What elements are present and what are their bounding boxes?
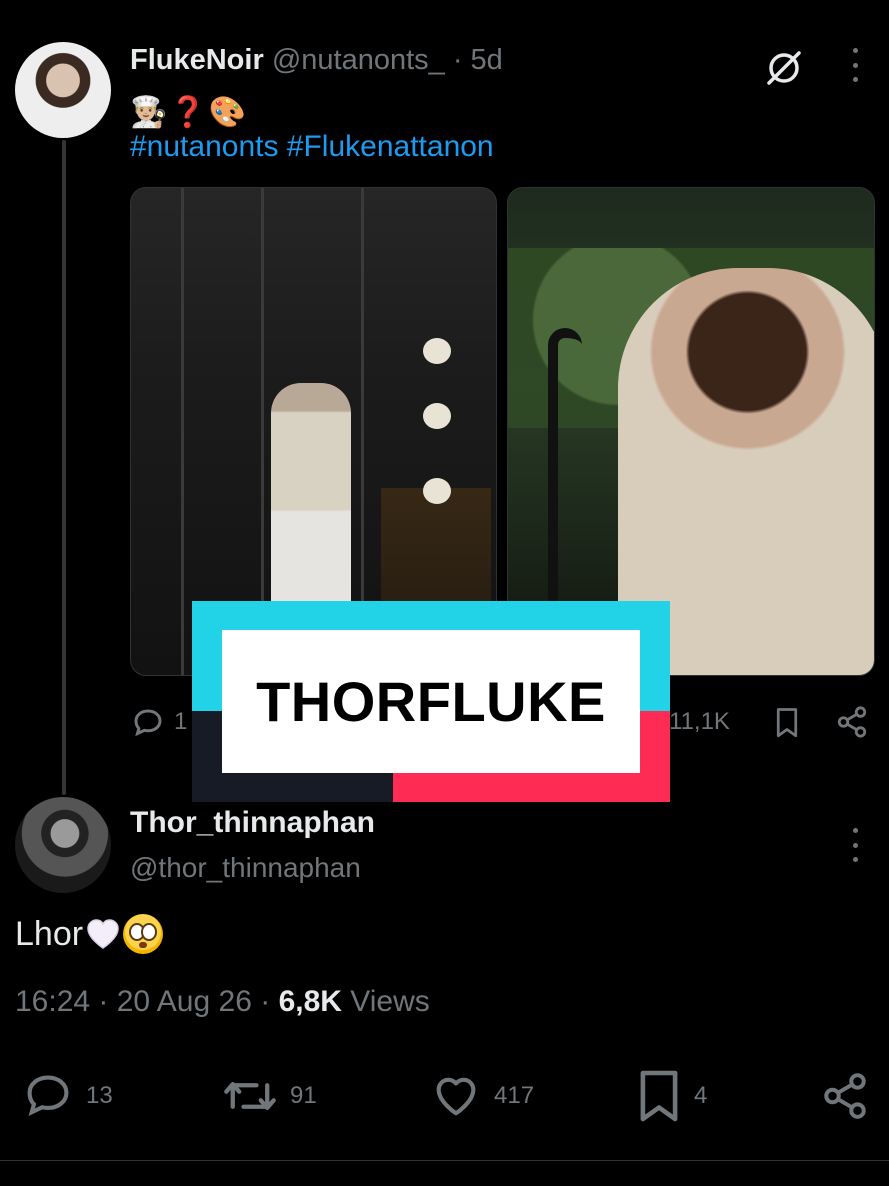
post-views-count: 11,1K [669, 708, 730, 735]
post-reply-button[interactable] [130, 703, 166, 743]
palette-emoji: 🎨 [208, 95, 247, 129]
action-bar: 13 91 417 4 [0, 1068, 889, 1124]
reply-bubble-icon [27, 1075, 69, 1117]
overlay-card: THORFLUKE [222, 630, 640, 773]
thread-line [62, 140, 66, 795]
overlay-label: THORFLUKE [256, 670, 606, 733]
post-share-icon[interactable] [835, 705, 869, 744]
author-handle-meta[interactable]: @nutanonts_ · 5d [272, 44, 503, 76]
flushed-face-icon [123, 914, 164, 954]
like-count: 417 [494, 1082, 535, 1109]
more-dots-icon[interactable] [850, 828, 860, 862]
share-icon [824, 1073, 866, 1119]
post-emoji-line: 👨🏼‍🍳 ❓ 🎨 [130, 92, 246, 132]
reply-time[interactable]: 16:24 [15, 985, 90, 1018]
white-heart-icon [87, 919, 119, 949]
reply-views-label: Views [341, 985, 430, 1018]
like-button[interactable]: 417 [430, 1068, 534, 1124]
post-hashtags[interactable]: #nutanonts #Flukenattanon [130, 130, 494, 164]
bookmark-button[interactable]: 4 [636, 1068, 707, 1124]
divider [0, 1160, 889, 1161]
more-dots-icon[interactable] [850, 48, 860, 82]
reply-bubble-icon [134, 709, 162, 737]
author-display-name[interactable]: FlukeNoir [130, 44, 264, 76]
meta-separator: · [90, 985, 117, 1018]
avatar-thor[interactable] [15, 797, 111, 893]
chef-emoji: 👨🏼‍🍳 [130, 95, 168, 129]
grok-slash-icon[interactable] [762, 46, 806, 90]
reply-count: 13 [86, 1082, 113, 1109]
bookmark-count: 4 [694, 1082, 708, 1109]
avatar-flukenoir[interactable] [15, 42, 111, 138]
retweet-icon [224, 1082, 276, 1110]
meta-separator: · [251, 985, 279, 1018]
reply-display-name[interactable]: Thor_thinnaphan [130, 806, 375, 840]
reply-text: Lhor [15, 914, 164, 954]
post-bookmark-icon[interactable] [772, 705, 802, 744]
post-header: FlukeNoir @nutanonts_ · 5d [130, 44, 503, 77]
post-reply-count: 1 [174, 708, 188, 735]
share-button[interactable] [820, 1068, 870, 1124]
reply-views-count: 6,8K [278, 985, 342, 1018]
retweet-count: 91 [290, 1082, 317, 1109]
bookmark-icon [640, 1070, 678, 1122]
reply-handle[interactable]: @thor_thinnaphan [130, 852, 361, 884]
reply-text-content: Lhor [15, 914, 84, 953]
thorfluke-overlay: THORFLUKE [192, 601, 670, 802]
reply-date[interactable]: 20 Aug 26 [117, 985, 252, 1018]
reply-button[interactable]: 13 [22, 1068, 113, 1124]
heart-icon [436, 1077, 476, 1116]
retweet-button[interactable]: 91 [222, 1068, 317, 1124]
reply-meta-line: 16:24 · 20 Aug 26 · 6,8K Views [15, 985, 430, 1019]
question-emoji: ❓ [169, 95, 207, 129]
